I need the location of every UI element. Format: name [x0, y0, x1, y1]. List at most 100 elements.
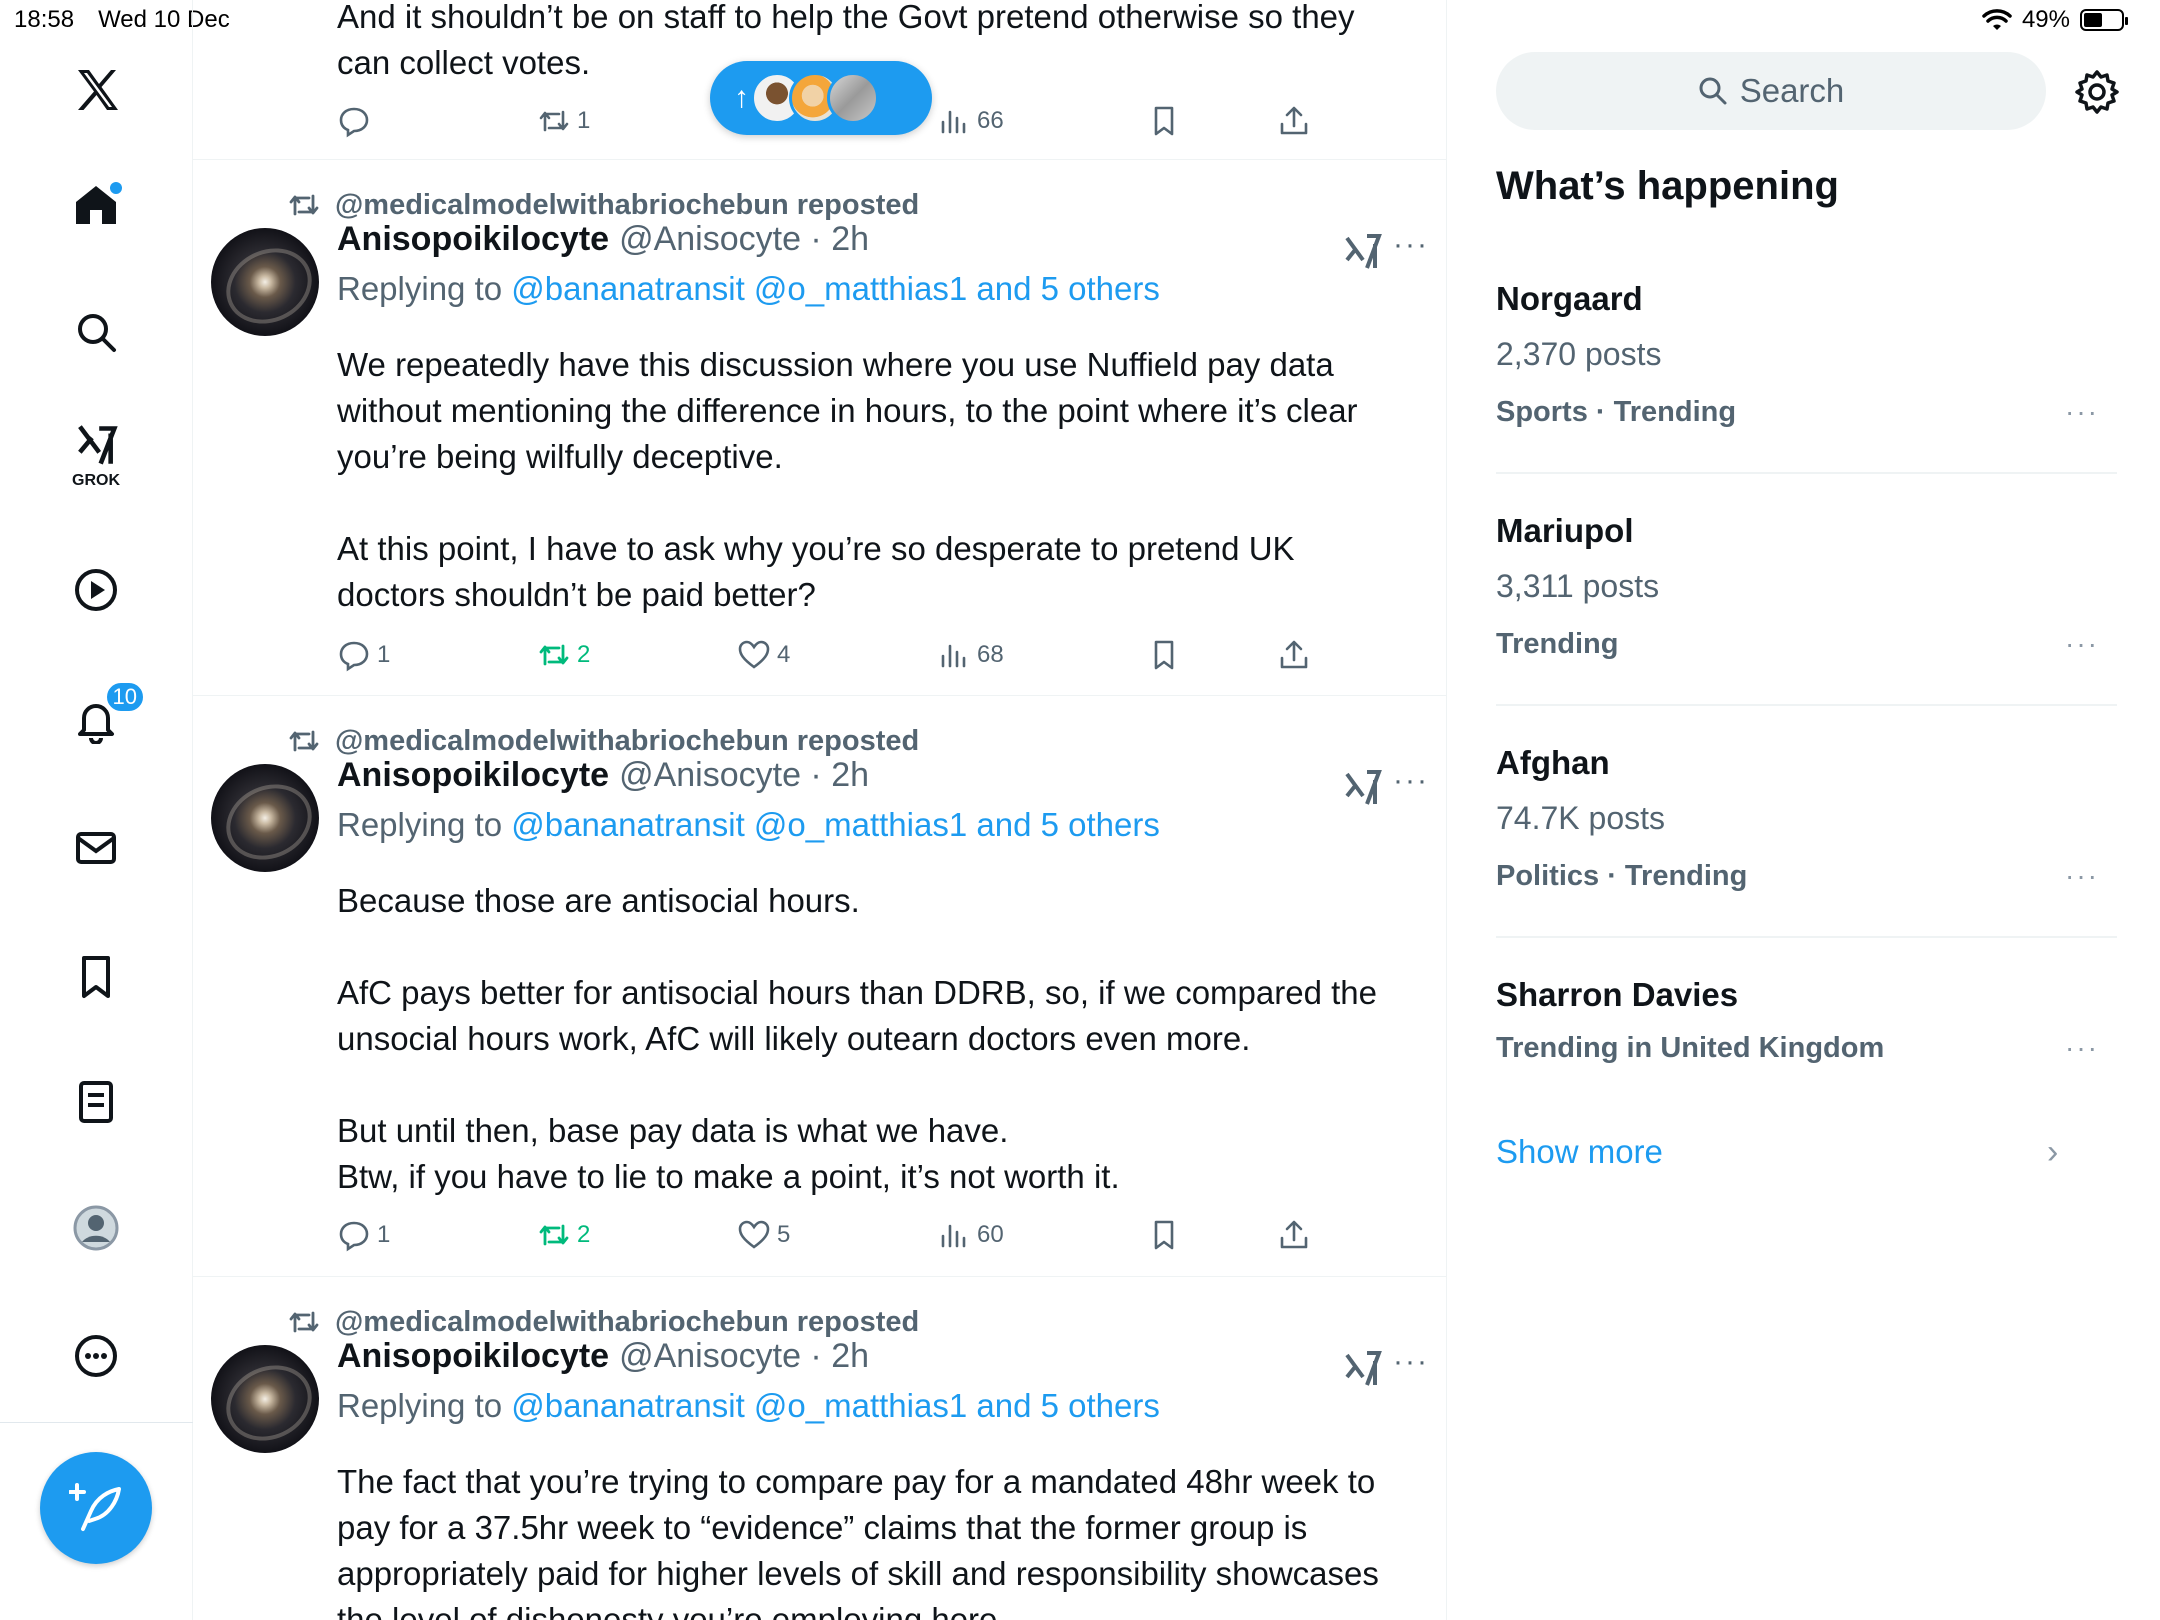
trend-category: Sports · Trending	[1496, 396, 1737, 428]
post-text: Because those are antisocial hours. AfC …	[337, 882, 1377, 1195]
more-options-icon[interactable]: ···	[1393, 764, 1429, 798]
repost-button[interactable]: 2	[537, 630, 590, 680]
avatar	[827, 72, 879, 124]
like-button[interactable]: 5	[737, 1210, 790, 1260]
author-avatar[interactable]	[211, 764, 319, 872]
views-count: 68	[977, 641, 1004, 668]
home-icon[interactable]	[66, 174, 126, 234]
whats-happening-title: What’s happening	[1496, 164, 1839, 208]
share-button[interactable]	[1277, 96, 1311, 146]
search-placeholder: Search	[1739, 72, 1845, 109]
share-button[interactable]	[1277, 1210, 1311, 1260]
author-avatar[interactable]	[211, 1345, 319, 1453]
grok-label: GROK	[72, 472, 120, 489]
compose-post-button[interactable]	[40, 1452, 152, 1564]
reply-count: 1	[377, 641, 391, 668]
repost-icon	[289, 194, 319, 216]
divider	[193, 695, 1446, 696]
views-icon	[941, 1224, 966, 1248]
more-options-icon[interactable]: ···	[1393, 1345, 1429, 1379]
author-name[interactable]: Anisopoikilocyte	[337, 220, 609, 259]
side-nav: GROK 10	[0, 0, 193, 1620]
grok-explain-icon[interactable]	[1343, 232, 1383, 272]
new-posts-pill[interactable]: ↑	[710, 61, 932, 135]
author-avatar[interactable]	[211, 228, 319, 336]
author-handle[interactable]: @Anisocyte · 2h	[619, 756, 869, 795]
trend-more-icon[interactable]: ···	[2065, 1032, 2099, 1064]
repost-button[interactable]: 2	[537, 1210, 590, 1260]
replying-to-links[interactable]: @bananatransit @o_matthias1 and 5 others	[511, 270, 1160, 307]
grok-icon[interactable]: GROK	[66, 424, 126, 489]
repost-icon	[539, 1224, 569, 1246]
arrow-up-icon: ↑	[734, 81, 749, 114]
like-button[interactable]: 4	[737, 630, 790, 680]
author-name[interactable]: Anisopoikilocyte	[337, 1337, 609, 1376]
repost-attribution: @medicalmodelwithabriochebun reposted	[287, 724, 919, 758]
replying-to-links[interactable]: @bananatransit @o_matthias1 and 5 others	[511, 806, 1160, 843]
video-icon[interactable]	[66, 560, 126, 620]
show-more-link[interactable]: Show more	[1496, 1133, 1663, 1171]
search-input[interactable]: Search	[1496, 52, 2046, 130]
views-button[interactable]: 66	[937, 96, 1004, 146]
bookmark-button[interactable]	[1147, 96, 1181, 146]
bookmark-icon	[1154, 1220, 1174, 1250]
reply-button[interactable]: 1	[337, 1210, 390, 1260]
settings-gear-icon[interactable]	[2073, 68, 2121, 116]
trend-more-icon[interactable]: ···	[2065, 396, 2099, 428]
trend-more-icon[interactable]: ···	[2065, 628, 2099, 660]
x-logo-icon[interactable]	[66, 60, 126, 120]
post-actions: 1 2 5 60	[337, 1210, 1377, 1260]
bookmark-icon	[1154, 106, 1174, 136]
post-actions: 1 2 4 68	[337, 630, 1377, 680]
right-sidebar: Search What’s happening Norgaard 2,370 p…	[1447, 0, 2160, 1620]
share-icon	[1280, 1220, 1308, 1249]
home-new-dot	[110, 182, 122, 194]
replying-to: Replying to @bananatransit @o_matthias1 …	[337, 806, 1160, 844]
repost-icon	[539, 110, 569, 132]
trend-post-count: 3,311 posts	[1496, 568, 1660, 604]
lists-icon[interactable]	[66, 1072, 126, 1132]
explore-search-icon[interactable]	[66, 302, 126, 362]
share-icon	[1280, 106, 1308, 135]
trend-category: Politics · Trending	[1496, 860, 1748, 892]
repost-button[interactable]: 1	[537, 96, 590, 146]
trend-more-icon[interactable]: ···	[2065, 860, 2099, 892]
replying-to: Replying to @bananatransit @o_matthias1 …	[337, 1387, 1160, 1425]
reposted-by: @medicalmodelwithabriochebun reposted	[335, 1305, 920, 1338]
heart-icon	[738, 640, 770, 669]
repost-count: 1	[577, 107, 591, 134]
messages-envelope-icon[interactable]	[66, 818, 126, 878]
bookmarks-icon[interactable]	[66, 946, 126, 1006]
timeline: And it shouldn’t be on staff to help the…	[193, 0, 1447, 1620]
views-count: 66	[977, 107, 1004, 134]
author-handle[interactable]: @Anisocyte · 2h	[619, 1337, 869, 1376]
chevron-right-icon[interactable]: ›	[2047, 1133, 2058, 1172]
reply-button[interactable]: 1	[337, 630, 390, 680]
views-button[interactable]: 68	[937, 630, 1004, 680]
trend-post-count: 2,370 posts	[1496, 336, 1662, 372]
profile-avatar-icon[interactable]	[66, 1198, 126, 1258]
share-button[interactable]	[1277, 630, 1311, 680]
views-button[interactable]: 60	[937, 1210, 1004, 1260]
author-name[interactable]: Anisopoikilocyte	[337, 756, 609, 795]
nav-divider	[0, 1422, 193, 1423]
divider	[1496, 936, 2117, 938]
views-icon	[941, 110, 966, 134]
more-options-icon[interactable]: ···	[1393, 228, 1429, 262]
post-text: We repeatedly have this discussion where…	[337, 346, 1358, 613]
author-handle[interactable]: @Anisocyte · 2h	[619, 220, 869, 259]
bookmark-button[interactable]	[1147, 630, 1181, 680]
notifications-bell-icon[interactable]: 10	[66, 680, 146, 750]
bookmark-button[interactable]	[1147, 1210, 1181, 1260]
post-header: Anisopoikilocyte @Anisocyte · 2h	[337, 1337, 869, 1376]
more-options-icon[interactable]	[66, 1326, 126, 1386]
grok-explain-icon[interactable]	[1343, 1349, 1383, 1389]
trend-name: Sharron Davies	[1496, 976, 1739, 1013]
post-text: The fact that you’re trying to compare p…	[337, 1463, 1379, 1620]
repost-icon	[289, 730, 319, 752]
notifications-badge: 10	[103, 680, 146, 714]
reply-button[interactable]	[337, 96, 371, 146]
trend-category: Trending	[1496, 628, 1619, 660]
replying-to-links[interactable]: @bananatransit @o_matthias1 and 5 others	[511, 1387, 1160, 1424]
grok-explain-icon[interactable]	[1343, 768, 1383, 808]
